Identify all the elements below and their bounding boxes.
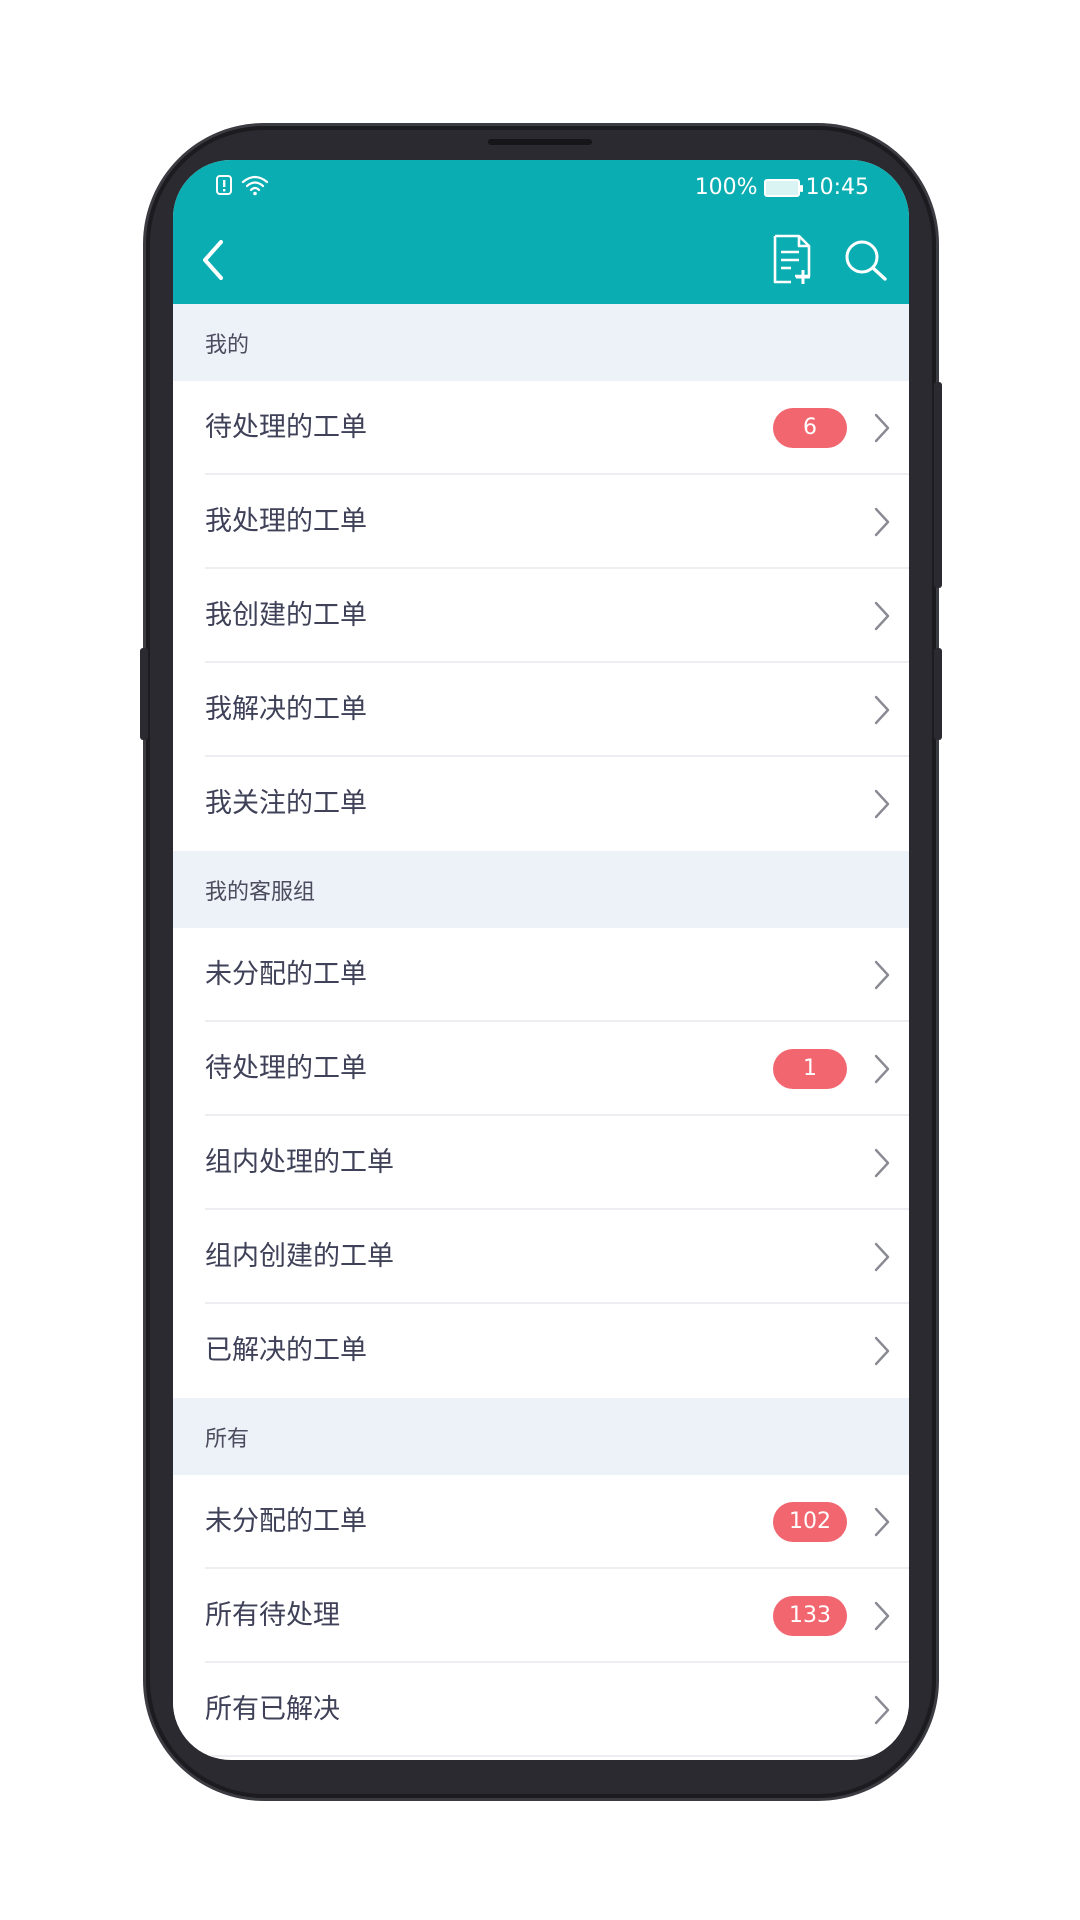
- battery-percent: 100%: [694, 175, 758, 200]
- section-header-all: 所有: [173, 1398, 909, 1475]
- chevron-right-icon: [874, 507, 890, 537]
- item-label: 已解决的工单: [205, 1335, 367, 1366]
- divider: [205, 1755, 909, 1757]
- item-label: 未分配的工单: [205, 1506, 367, 1537]
- list-item[interactable]: 我解决的工单: [173, 663, 909, 757]
- volume-button: [140, 648, 148, 740]
- new-ticket-button[interactable]: [765, 230, 821, 288]
- ticket-category-list: 我的 待处理的工单 6 我处理的工单 我创建的工单 我解决的工单 我关注的工单: [173, 304, 909, 1757]
- list-item[interactable]: 我关注的工单: [173, 757, 909, 851]
- list-item[interactable]: 未分配的工单 102: [173, 1475, 909, 1569]
- section-header-my-group: 我的客服组: [173, 851, 909, 928]
- list-item[interactable]: 所有待处理 133: [173, 1569, 909, 1663]
- count-badge: 133: [773, 1596, 847, 1636]
- item-label: 未分配的工单: [205, 959, 367, 990]
- chevron-right-icon: [874, 1601, 890, 1631]
- list-item[interactable]: 待处理的工单 6: [173, 381, 909, 475]
- list-item[interactable]: 待处理的工单 1: [173, 1022, 909, 1116]
- chevron-right-icon: [874, 1336, 890, 1366]
- wifi-icon: [241, 175, 269, 196]
- search-button[interactable]: [837, 232, 893, 288]
- item-label: 待处理的工单: [205, 1053, 367, 1084]
- item-label: 我处理的工单: [205, 506, 367, 537]
- list-item[interactable]: 未分配的工单: [173, 928, 909, 1022]
- battery-charging-icon: [763, 179, 803, 197]
- item-label: 待处理的工单: [205, 412, 367, 443]
- screen: 100% 10:45 我的 待处理的工单 6 我处理的工单 我创建的工单 我解决…: [173, 160, 909, 1760]
- notification-alert-icon: [216, 175, 232, 195]
- side-button: [934, 648, 942, 740]
- item-label: 组内处理的工单: [205, 1147, 394, 1178]
- chevron-left-icon: [203, 240, 223, 280]
- list-item[interactable]: 组内创建的工单: [173, 1210, 909, 1304]
- earpiece-speaker: [488, 139, 592, 145]
- count-badge: 6: [773, 408, 847, 448]
- app-bar: [173, 216, 909, 304]
- chevron-right-icon: [874, 601, 890, 631]
- list-item[interactable]: 所有已解决: [173, 1663, 909, 1757]
- count-badge: 102: [773, 1502, 847, 1542]
- power-button: [934, 382, 942, 588]
- item-label: 组内创建的工单: [205, 1241, 394, 1272]
- item-label: 所有待处理: [205, 1600, 340, 1631]
- chevron-right-icon: [874, 695, 890, 725]
- status-icons-left: [215, 174, 269, 196]
- section-title: 我的: [205, 332, 250, 358]
- item-label: 我解决的工单: [205, 694, 367, 725]
- chevron-right-icon: [874, 413, 890, 443]
- chevron-right-icon: [874, 960, 890, 990]
- section-title: 所有: [205, 1426, 250, 1452]
- status-icons-right: 100% 10:45: [695, 174, 869, 202]
- back-button[interactable]: [187, 234, 239, 286]
- status-bar: 100% 10:45: [173, 160, 909, 216]
- section-title: 我的客服组: [205, 879, 316, 905]
- count-badge: 1: [773, 1049, 847, 1089]
- chevron-right-icon: [874, 1148, 890, 1178]
- chevron-right-icon: [874, 1507, 890, 1537]
- chevron-right-icon: [874, 1695, 890, 1725]
- chevron-right-icon: [874, 1054, 890, 1084]
- section-header-mine: 我的: [173, 304, 909, 381]
- search-icon: [845, 240, 887, 281]
- item-label: 我关注的工单: [205, 788, 367, 819]
- list-item[interactable]: 我处理的工单: [173, 475, 909, 569]
- item-label: 我创建的工单: [205, 600, 367, 631]
- list-item[interactable]: 我创建的工单: [173, 569, 909, 663]
- item-label: 所有已解决: [205, 1694, 340, 1725]
- chevron-right-icon: [874, 1242, 890, 1272]
- list-item[interactable]: 已解决的工单: [173, 1304, 909, 1398]
- new-document-icon: [773, 234, 811, 284]
- list-item[interactable]: 组内处理的工单: [173, 1116, 909, 1210]
- chevron-right-icon: [874, 789, 890, 819]
- clock-time: 10:45: [805, 175, 869, 200]
